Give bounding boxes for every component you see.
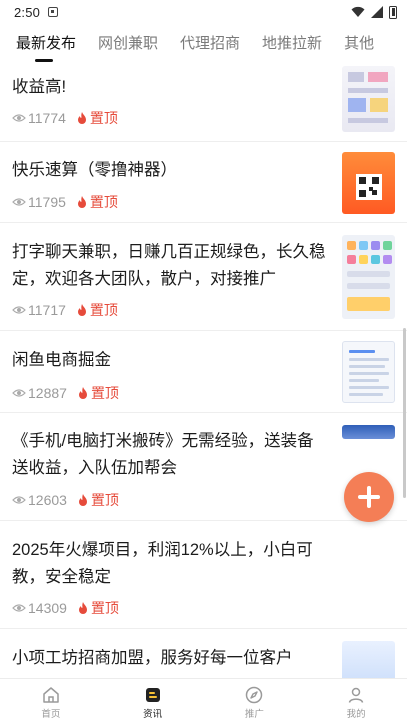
post-thumbnail: [342, 235, 395, 319]
status-time: 2:50: [14, 4, 41, 20]
view-count: 11717: [28, 302, 66, 318]
post-title: 收益高!: [12, 78, 67, 96]
notification-icon: [48, 7, 59, 17]
eye-icon: [12, 604, 26, 612]
post-thumbnail: [342, 66, 395, 132]
eye-icon: [12, 496, 26, 504]
view-count: 14309: [28, 600, 67, 616]
tab-online-jobs[interactable]: 网创兼职: [87, 24, 169, 64]
battery-icon: [389, 5, 397, 19]
eye-icon: [12, 389, 26, 397]
post-title: 《手机/电脑打米搬砖》无需经验，送装备送收益，入队伍加帮会: [12, 432, 314, 477]
nav-profile[interactable]: 我的: [305, 679, 407, 723]
category-tabs: 最新发布 网创兼职 代理招商 地推拉新 其他: [0, 24, 407, 64]
pinned-badge: 置顶: [77, 383, 119, 403]
post-title: 快乐速算（零撸神器）: [12, 161, 177, 179]
user-icon: [348, 687, 364, 703]
post-title: 打字聊天兼职，日赚几百正规绿色，长久稳定，欢迎各大团队，散户，对接推广: [12, 243, 326, 288]
post-meta: 11795 置顶: [12, 192, 118, 212]
eye-icon: [12, 306, 26, 314]
post-meta: 12603 置顶: [12, 490, 119, 510]
nav-label: 我的: [346, 709, 366, 720]
flame-icon: [77, 196, 86, 208]
pinned-label: 置顶: [90, 385, 119, 401]
view-count: 12603: [28, 492, 67, 508]
list-item[interactable]: 打字聊天兼职，日赚几百正规绿色，长久稳定，欢迎各大团队，散户，对接推广 1171…: [0, 223, 407, 331]
view-count: 11795: [28, 194, 66, 210]
post-meta: 14309 置顶: [12, 598, 119, 618]
qr-code-icon: [356, 174, 382, 200]
pinned-badge: 置顶: [76, 192, 118, 212]
signal-icon: [371, 6, 383, 18]
nav-label: 首页: [41, 709, 61, 720]
flame-icon: [77, 112, 86, 124]
post-list: 收益高! 11774 置顶 快乐速算（零撸神器） 11795 置顶 打字聊天兼职…: [0, 64, 407, 678]
list-item[interactable]: 闲鱼电商掘金 12887 置顶: [0, 331, 407, 413]
flame-icon: [78, 387, 87, 399]
post-meta: 12887 置顶: [12, 383, 119, 403]
post-thumbnail: [342, 641, 395, 678]
list-item[interactable]: 快乐速算（零撸神器） 11795 置顶: [0, 142, 407, 223]
pinned-badge: 置顶: [76, 300, 118, 320]
list-item[interactable]: 小项工坊招商加盟，服务好每一位客户: [0, 629, 407, 678]
status-icons: [351, 5, 397, 19]
tab-other[interactable]: 其他: [333, 24, 385, 64]
view-count: 11774: [28, 110, 66, 126]
pinned-label: 置顶: [90, 600, 119, 616]
pinned-badge: 置顶: [77, 598, 119, 618]
wifi-icon: [351, 6, 365, 17]
nav-label: 资讯: [143, 709, 163, 720]
tab-promotion[interactable]: 地推拉新: [251, 24, 333, 64]
home-icon: [43, 687, 59, 703]
compass-icon: [246, 686, 263, 704]
view-count: 12887: [28, 385, 67, 401]
scrollbar[interactable]: [403, 328, 406, 498]
flame-icon: [77, 304, 86, 316]
post-thumbnail: [342, 425, 395, 439]
news-icon: [145, 688, 160, 702]
plus-icon: [358, 486, 380, 508]
post-title: 小项工坊招商加盟，服务好每一位客户: [12, 649, 293, 667]
pinned-badge: 置顶: [77, 490, 119, 510]
eye-icon: [12, 114, 26, 122]
post-meta: 11717 置顶: [12, 300, 118, 320]
pinned-label: 置顶: [90, 492, 119, 508]
eye-icon: [12, 198, 26, 206]
add-post-button[interactable]: [344, 472, 394, 522]
post-title: 2025年火爆项目，利润12%以上，小白可教，安全稳定: [12, 541, 313, 586]
nav-label: 推广: [244, 709, 264, 720]
list-item[interactable]: 2025年火爆项目，利润12%以上，小白可教，安全稳定 14309 置顶: [0, 521, 407, 629]
list-item[interactable]: 收益高! 11774 置顶: [0, 64, 407, 142]
tab-latest[interactable]: 最新发布: [0, 24, 87, 64]
flame-icon: [78, 494, 87, 506]
post-thumbnail: [342, 152, 395, 214]
post-title: 闲鱼电商掘金: [12, 351, 111, 369]
nav-home[interactable]: 首页: [0, 679, 102, 723]
post-thumbnail: [342, 341, 395, 403]
post-meta: 11774 置顶: [12, 108, 118, 128]
nav-promote[interactable]: 推广: [204, 679, 306, 723]
pinned-label: 置顶: [89, 194, 118, 210]
pinned-label: 置顶: [89, 110, 118, 126]
pinned-label: 置顶: [89, 302, 118, 318]
nav-news[interactable]: 资讯: [102, 679, 204, 723]
status-bar: 2:50: [0, 0, 407, 24]
tab-agency[interactable]: 代理招商: [169, 24, 251, 64]
bottom-nav: 首页 资讯 推广 我的: [0, 678, 407, 723]
flame-icon: [78, 602, 87, 614]
pinned-badge: 置顶: [76, 108, 118, 128]
